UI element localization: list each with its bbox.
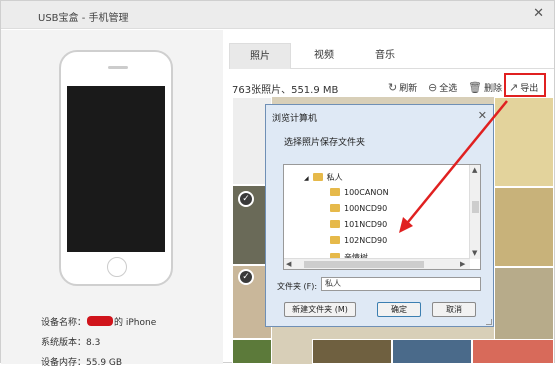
tree-item-folder[interactable]: 100CANON xyxy=(330,188,389,197)
photo-thumbnail[interactable] xyxy=(312,339,392,364)
scroll-thumb[interactable] xyxy=(472,201,479,213)
scroll-left-arrow-icon[interactable]: ◀ xyxy=(286,260,291,269)
refresh-label: 刷新 xyxy=(399,84,418,94)
folder-name-input[interactable]: 私人 xyxy=(321,277,481,291)
close-icon[interactable]: ✕ xyxy=(533,7,544,21)
folder-icon xyxy=(330,188,340,196)
resize-grip-icon[interactable] xyxy=(486,319,492,325)
tree-item-folder[interactable]: 101NCD90 xyxy=(330,220,387,229)
folder-label: 文件夹 (F): xyxy=(277,282,318,291)
dialog-prompt: 选择照片保存文件夹 xyxy=(284,138,366,148)
version-value: 8.3 xyxy=(86,338,101,348)
dialog-title: 浏览计算机 xyxy=(272,114,318,124)
device-name-suffix: 的 iPhone xyxy=(114,318,157,328)
tree-vertical-scrollbar[interactable]: ▲ ▼ xyxy=(469,165,480,259)
check-icon[interactable]: ✓ xyxy=(238,191,254,207)
scroll-right-arrow-icon[interactable]: ▶ xyxy=(460,260,465,269)
export-highlight-box xyxy=(504,73,546,97)
refresh-button[interactable]: ↻ 刷新 xyxy=(388,81,417,94)
version-label: 系统版本： xyxy=(41,338,87,348)
phone-screen xyxy=(67,86,165,252)
ok-button[interactable]: 确定 xyxy=(377,302,421,317)
photo-thumbnail[interactable] xyxy=(494,187,554,267)
scroll-up-arrow-icon[interactable]: ▲ xyxy=(472,166,477,175)
phone-home-button xyxy=(107,257,127,277)
photo-thumbnail[interactable] xyxy=(494,97,554,187)
window-title: USB宝盒 - 手机管理 xyxy=(38,13,129,24)
phone-illustration xyxy=(59,50,173,286)
system-version: 系统版本：8.3 xyxy=(41,335,100,348)
select-all-label: 全选 xyxy=(439,84,458,94)
photo-thumbnail[interactable] xyxy=(392,339,472,364)
photo-thumbnail[interactable] xyxy=(232,339,272,364)
folder-icon xyxy=(330,236,340,244)
photo-thumbnail[interactable] xyxy=(494,267,554,341)
browse-folder-dialog: 浏览计算机 ✕ 选择照片保存文件夹 ◢ 私人 100CANON 100NCD90 … xyxy=(265,104,494,327)
folder-icon xyxy=(330,204,340,212)
scroll-thumb[interactable] xyxy=(304,261,424,268)
tree-item-private[interactable]: ◢ 私人 xyxy=(304,172,343,183)
trash-icon: 🗑 xyxy=(468,81,482,94)
tab-photos[interactable]: 照片 xyxy=(229,43,291,69)
device-panel: 设备名称： 的 iPhone 系统版本：8.3 设备内存：55.9 GB xyxy=(1,30,223,368)
cancel-button[interactable]: 取消 xyxy=(432,302,476,317)
refresh-icon: ↻ xyxy=(388,81,398,94)
memory-label: 设备内存： xyxy=(41,358,87,368)
tree-item-folder[interactable]: 100NCD90 xyxy=(330,204,387,213)
media-tabs: 照片 视频 音乐 xyxy=(229,43,554,69)
tree-item-folder[interactable]: 102NCD90 xyxy=(330,236,387,245)
new-folder-button[interactable]: 新建文件夹 (M) xyxy=(284,302,356,317)
tree-horizontal-scrollbar[interactable]: ◀ ▶ xyxy=(284,258,470,269)
device-name-label: 设备名称： xyxy=(41,318,87,328)
folder-icon xyxy=(312,173,323,181)
photo-summary: 763张照片、551.9 MB xyxy=(232,85,339,96)
check-icon[interactable]: ✓ xyxy=(238,269,254,285)
folder-icon xyxy=(330,220,340,228)
memory-value: 55.9 GB xyxy=(86,358,123,368)
delete-label: 删除 xyxy=(483,84,502,94)
phone-speaker xyxy=(108,66,128,69)
redacted-name xyxy=(87,316,114,326)
title-bar: USB宝盒 - 手机管理 ✕ xyxy=(1,1,554,29)
device-name: 设备名称： 的 iPhone xyxy=(41,315,156,328)
select-all-button[interactable]: ⊖ 全选 xyxy=(428,81,457,94)
photo-thumbnail[interactable] xyxy=(472,339,554,364)
folder-tree: ◢ 私人 100CANON 100NCD90 101NCD90 102NCD90 … xyxy=(283,164,481,270)
dialog-close-icon[interactable]: ✕ xyxy=(478,109,487,123)
select-all-icon: ⊖ xyxy=(428,81,438,94)
app-window: USB宝盒 - 手机管理 ✕ 设备名称： 的 iPhone 系统版本：8.3 设备… xyxy=(0,0,555,368)
device-memory: 设备内存：55.9 GB xyxy=(41,355,122,368)
tab-music[interactable]: 音乐 xyxy=(357,43,413,69)
delete-button[interactable]: 🗑 删除 xyxy=(468,81,502,94)
scroll-down-arrow-icon[interactable]: ▼ xyxy=(472,249,477,258)
tab-videos[interactable]: 视频 xyxy=(295,43,353,69)
